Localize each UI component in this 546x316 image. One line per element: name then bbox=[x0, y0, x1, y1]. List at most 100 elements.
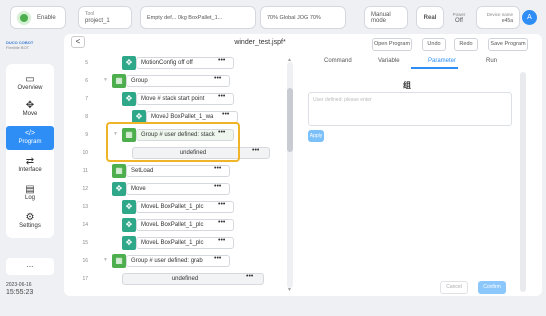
program-row[interactable]: 12 ✥ Move ••• bbox=[76, 180, 286, 198]
nav-overview-label: Overview bbox=[17, 85, 43, 91]
line-number: 16 bbox=[82, 258, 88, 264]
move-block-icon: ✥ bbox=[122, 56, 136, 70]
more-options-icon[interactable]: ••• bbox=[218, 219, 225, 226]
line-number: 15 bbox=[82, 240, 88, 246]
tab-run[interactable]: Run bbox=[486, 58, 497, 64]
program-title: winder_test.jspf* bbox=[234, 39, 286, 46]
payload-weight: 0kg bbox=[177, 14, 187, 21]
payload-value: Empty bbox=[147, 14, 163, 21]
program-row[interactable]: 7 ✥ Move # stack start point ••• bbox=[76, 90, 286, 108]
move-icon: ✥ bbox=[25, 100, 35, 111]
nav-log[interactable]: ▤ Log bbox=[6, 182, 54, 206]
device-info[interactable]: Device name e45a bbox=[476, 6, 520, 29]
more-options-icon[interactable]: ••• bbox=[218, 237, 225, 244]
nav-overview[interactable]: ▭ Overview bbox=[6, 72, 54, 96]
date-text: 2023-06-16 bbox=[6, 282, 32, 288]
device-value: e45a bbox=[501, 17, 513, 24]
line-number: 9 bbox=[85, 132, 88, 138]
power-status: Power Off bbox=[448, 6, 470, 29]
tab-variable[interactable]: Variable bbox=[378, 58, 400, 64]
user-avatar[interactable]: A bbox=[522, 10, 537, 25]
speed-selector[interactable]: 70% Global JOG 70% bbox=[260, 6, 346, 29]
move-block-icon: ✥ bbox=[122, 236, 136, 250]
nav-log-label: Log bbox=[24, 195, 35, 201]
group-block-icon: ▦ bbox=[112, 164, 126, 178]
settings-icon: ⚙ bbox=[25, 212, 35, 223]
monitor-icon: ▭ bbox=[25, 74, 35, 85]
datetime: 2023-06-16 15:55:23 bbox=[6, 282, 33, 296]
calendar-icon: ▤ bbox=[25, 184, 35, 195]
program-row[interactable]: 13 ✥ MoveL BoxPallet_1_plc ••• bbox=[76, 198, 286, 216]
more-options-icon[interactable]: ••• bbox=[214, 165, 221, 172]
group-block-icon: ▦ bbox=[112, 74, 126, 88]
back-button[interactable]: < bbox=[71, 36, 85, 48]
payload-frame-selector[interactable]: Empty def... 0kg BoxPallet_1... bbox=[140, 6, 256, 29]
nav-move-label: Move bbox=[22, 111, 38, 117]
enable-indicator-icon bbox=[17, 10, 31, 25]
panel-scrollbar[interactable] bbox=[520, 72, 526, 292]
cancel-button[interactable]: Cancel bbox=[440, 281, 468, 294]
chevron-down-icon[interactable]: ▼ bbox=[103, 257, 108, 263]
brand-logo: DUCO COBOT Flexible BOT bbox=[6, 40, 58, 58]
power-value: Off bbox=[455, 17, 463, 24]
more-button[interactable]: ... bbox=[6, 258, 54, 275]
tree-scrollbar-thumb[interactable] bbox=[287, 88, 293, 152]
confirm-button[interactable]: Confirm bbox=[478, 281, 506, 294]
move-block-icon: ✥ bbox=[112, 182, 126, 196]
nav-settings-label: Settings bbox=[19, 223, 41, 229]
line-number: 10 bbox=[82, 150, 88, 156]
line-number: 5 bbox=[85, 60, 88, 66]
block-label[interactable]: undefined bbox=[122, 273, 264, 285]
program-row[interactable]: 17 undefined ••• bbox=[76, 270, 286, 288]
mode-button[interactable]: Manual mode bbox=[364, 6, 408, 29]
move-block-icon: ✥ bbox=[122, 218, 136, 232]
more-options-icon[interactable]: ••• bbox=[252, 147, 259, 154]
undo-button[interactable]: Undo bbox=[422, 38, 446, 51]
group-comment-field[interactable]: User defined: please enter bbox=[308, 92, 512, 126]
apply-button[interactable]: Apply bbox=[308, 130, 324, 142]
group-block-icon: ▦ bbox=[112, 254, 126, 268]
jog-value: 70% bbox=[267, 14, 279, 21]
program-row[interactable]: 15 ✥ MoveL BoxPallet_1_plc ••• bbox=[76, 234, 286, 252]
more-options-icon[interactable]: ••• bbox=[214, 255, 221, 262]
program-row[interactable]: 16 ▦ Group # user defined: grab ••• ▼ bbox=[76, 252, 286, 270]
tab-parameter[interactable]: Parameter bbox=[428, 58, 456, 64]
enable-toggle[interactable]: Enable bbox=[10, 6, 66, 29]
nav-program-label: Program bbox=[18, 139, 42, 145]
program-row[interactable]: 6 ▦ Group ••• ▼ bbox=[76, 72, 286, 90]
line-number: 8 bbox=[85, 114, 88, 120]
save-program-button[interactable]: Save Program bbox=[488, 38, 528, 51]
nav-program[interactable]: </> Program bbox=[6, 126, 54, 150]
chevron-down-icon[interactable]: ▼ bbox=[103, 77, 108, 83]
interface-icon: ⇄ bbox=[25, 156, 35, 167]
more-options-icon[interactable]: ••• bbox=[218, 201, 225, 208]
program-row[interactable]: 11 ▦ SetLoad ••• bbox=[76, 162, 286, 180]
more-options-icon[interactable]: ••• bbox=[218, 93, 225, 100]
redo-button[interactable]: Redo bbox=[454, 38, 478, 51]
line-number: 17 bbox=[82, 276, 88, 282]
tab-command[interactable]: Command bbox=[324, 58, 352, 64]
selection-highlight bbox=[106, 122, 240, 162]
scroll-up-icon[interactable]: ▲ bbox=[287, 57, 292, 63]
scroll-down-icon[interactable]: ▼ bbox=[287, 287, 292, 293]
nav-settings[interactable]: ⚙ Settings bbox=[6, 210, 54, 234]
line-number: 13 bbox=[82, 204, 88, 210]
nav-interface[interactable]: ⇄ Interface bbox=[6, 154, 54, 178]
more-options-icon[interactable]: ••• bbox=[218, 57, 225, 64]
speed-value: 70% bbox=[309, 14, 321, 21]
tool-selector[interactable]: Tool project_1 bbox=[78, 6, 132, 29]
more-options-icon[interactable]: ••• bbox=[214, 183, 221, 190]
nav-move[interactable]: ✥ Move bbox=[6, 98, 54, 122]
time-text: 15:55:23 bbox=[6, 289, 34, 296]
more-options-icon[interactable]: ••• bbox=[214, 75, 221, 82]
program-row[interactable]: 5 ✥ MotionConfig off off ••• bbox=[76, 54, 286, 72]
more-options-icon[interactable]: ••• bbox=[222, 111, 229, 118]
real-mode-button[interactable]: Real bbox=[416, 6, 444, 29]
move-block-icon: ✥ bbox=[122, 92, 136, 106]
open-program-button[interactable]: Open Program bbox=[372, 38, 412, 51]
line-number: 14 bbox=[82, 222, 88, 228]
nav-interface-label: Interface bbox=[18, 167, 42, 173]
payload-name: def... bbox=[164, 14, 177, 21]
program-row[interactable]: 14 ✥ MoveL BoxPallet_1_plc ••• bbox=[76, 216, 286, 234]
more-options-icon[interactable]: ••• bbox=[246, 273, 253, 280]
